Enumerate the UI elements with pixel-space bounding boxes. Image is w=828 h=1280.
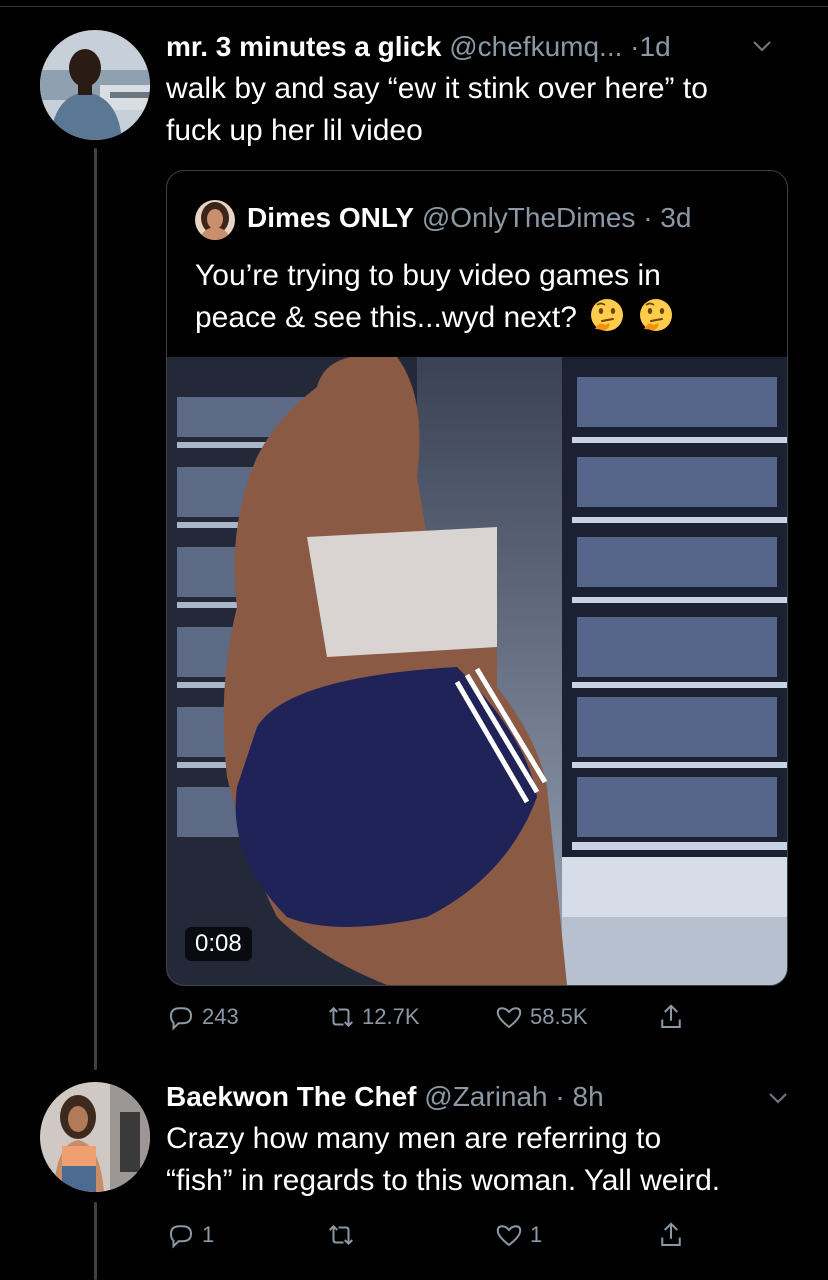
thread-connector-line-2 [94,1202,97,1280]
tweet2-reply-count: 1 [202,1222,215,1247]
quoted-tweet-text: You’re trying to buy video games in peac… [195,255,775,339]
quoted-handle[interactable]: @OnlyTheDimes [422,202,636,233]
retweet-icon [329,1006,353,1028]
quoted-text-line2-label: peace & see this...wyd next? [195,301,577,334]
tweet1-reply-count: 243 [202,1004,239,1029]
tweet1-text-line1: walk by and say “ew it stink over here” … [166,72,708,105]
chevron-down-icon[interactable] [766,1086,790,1116]
tweet2-reply-button[interactable]: 1 [166,1220,214,1250]
tweet1-action-bar: 243 12.7K 58.5K [166,1002,706,1042]
tweet2-header: Baekwon The Chef @Zarinah · 8h [166,1080,604,1114]
tweet1-retweet-button[interactable]: 12.7K [326,1002,420,1032]
share-icon [661,1004,681,1028]
quoted-text-line2: peace & see this...wyd next? [195,297,775,339]
tweet1-header: mr. 3 minutes a glick @chefkumq... ·1d [166,30,671,64]
tweet1-like-button[interactable]: 58.5K [494,1002,588,1032]
tweet2-display-name[interactable]: Baekwon The Chef [166,1081,416,1112]
tweet2-like-count: 1 [530,1222,543,1247]
tweet2-handle[interactable]: @Zarinah [424,1081,547,1112]
quoted-tweet-avatar[interactable] [195,200,235,240]
tweet1-reply-button[interactable]: 243 [166,1002,239,1032]
quoted-time[interactable]: · 3d [643,202,691,233]
video-thumbnail[interactable]: 0:08 [167,357,787,985]
quoted-display-name[interactable]: Dimes ONLY [247,202,414,233]
quoted-text-line1: You’re trying to buy video games in [195,259,661,292]
tweet2-action-bar: 1 1 [166,1220,706,1260]
quoted-tweet-card[interactable]: Dimes ONLY @OnlyTheDimes · 3d You’re try… [166,170,788,986]
tweet2-retweet-button[interactable] [326,1220,362,1250]
profile-photo-man-icon [40,30,150,140]
tweet1-dot: · [630,31,640,62]
tweet1-share-button[interactable] [656,1002,686,1032]
heart-icon [496,1225,522,1247]
tweet2-text-line2: “fish” in regards to this woman. Yall we… [166,1164,721,1197]
tweet2-text: Crazy how many men are referring to “fis… [166,1118,720,1202]
tweet1-retweet-count: 12.7K [362,1004,420,1029]
tweet2-time[interactable]: · 8h [555,1081,603,1112]
tweet1-handle[interactable]: @chefkumq... [449,31,622,62]
thinking-face-icon [639,299,672,331]
retweet-icon [329,1224,353,1246]
thinking-face-icon [591,299,624,331]
tweet1-text: walk by and say “ew it stink over here” … [166,68,708,152]
tweet2-text-line1: Crazy how many men are referring to [166,1122,662,1155]
share-icon [661,1222,681,1246]
reply-icon [169,1225,193,1249]
quoted-tweet-header: Dimes ONLY @OnlyTheDimes · 3d [247,201,691,235]
top-divider [0,6,828,7]
profile-photo-woman-icon [40,1082,150,1192]
tweet1-text-line2: fuck up her lil video [166,114,423,147]
tweet1-avatar[interactable] [40,30,150,140]
heart-icon [496,1007,522,1029]
tweet1-time[interactable]: 1d [640,31,671,62]
chevron-down-icon[interactable] [750,34,774,64]
tweet2-share-button[interactable] [656,1220,686,1250]
tweet1-like-count: 58.5K [530,1004,588,1029]
tweet2-like-button[interactable]: 1 [494,1220,542,1250]
reply-icon [169,1007,193,1031]
tweet1-display-name[interactable]: mr. 3 minutes a glick [166,31,441,62]
profile-photo-woman-icon [195,200,235,240]
thread-connector-line [94,148,97,1070]
video-duration-badge: 0:08 [185,927,252,961]
video-frame-image [167,357,787,985]
tweet2-avatar[interactable] [40,1082,150,1192]
